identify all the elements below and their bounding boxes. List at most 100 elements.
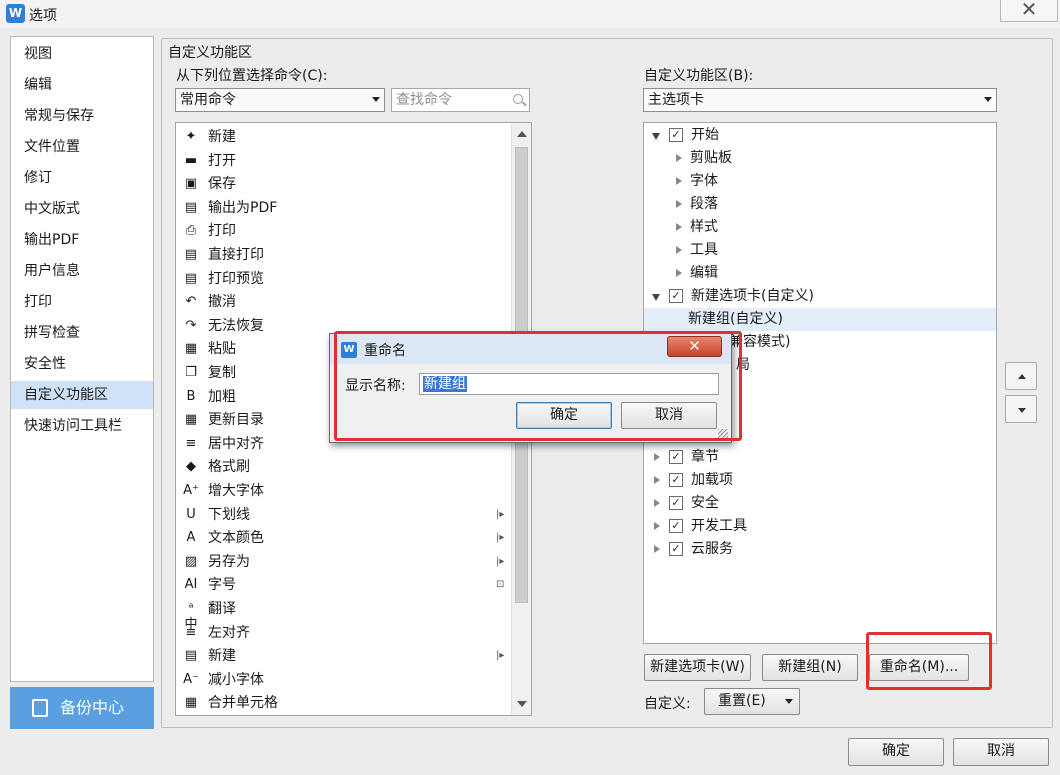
expand-closed-icon[interactable]: [676, 177, 682, 185]
sidebar-item-security[interactable]: 安全性: [11, 350, 153, 378]
sidebar-item-file-location[interactable]: 文件位置: [11, 133, 153, 161]
sidebar-item-revision[interactable]: 修订: [11, 164, 153, 192]
tab-checkbox[interactable]: ✓: [669, 128, 683, 142]
command-label: 另存为: [208, 553, 250, 570]
ribbon-tree-item[interactable]: ✓ 云服务: [644, 538, 996, 561]
tab-checkbox[interactable]: ✓: [669, 473, 683, 487]
ribbon-tree-item[interactable]: 剪贴板: [644, 147, 996, 170]
sidebar-item-quick-access[interactable]: 快速访问工具栏: [11, 412, 153, 440]
customize-label: 自定义:: [644, 696, 691, 712]
command-item[interactable]: ▣ 保存: [180, 172, 510, 196]
expand-open-icon[interactable]: [652, 133, 660, 140]
sidebar-item-spellcheck[interactable]: 拼写检查: [11, 319, 153, 347]
ribbon-tree-label: 段落: [690, 196, 718, 212]
tab-checkbox[interactable]: ✓: [669, 519, 683, 533]
ribbon-tree-item[interactable]: ✓ 开发工具: [644, 515, 996, 538]
command-item[interactable]: ≡ 左对齐: [180, 621, 510, 645]
translate-icon: ᵃ中: [184, 601, 198, 632]
ribbon-tree-item[interactable]: 字体: [644, 170, 996, 193]
ribbon-tree-item[interactable]: 编辑: [644, 262, 996, 285]
command-item[interactable]: A⁻ 减小字体: [180, 668, 510, 692]
expand-closed-icon[interactable]: [654, 476, 660, 484]
ribbon-tree-label: 云服务: [691, 541, 733, 557]
scroll-down-icon[interactable]: [517, 701, 527, 707]
command-item[interactable]: ▤ 输出为PDF: [180, 196, 510, 220]
tab-checkbox[interactable]: ✓: [669, 542, 683, 556]
expand-closed-icon[interactable]: [654, 453, 660, 461]
ribbon-tree-item[interactable]: ✓ 章节: [644, 446, 996, 469]
new-group-button[interactable]: 新建组(N): [762, 654, 858, 681]
command-item[interactable]: A 文本颜色 |▸: [180, 526, 510, 550]
expand-closed-icon[interactable]: [676, 200, 682, 208]
ribbon-tree-item[interactable]: ✓ 安全: [644, 492, 996, 515]
command-item[interactable]: ▤ 打印预览: [180, 267, 510, 291]
command-item[interactable]: ▨ 另存为 |▸: [180, 550, 510, 574]
scroll-up-icon[interactable]: [517, 131, 527, 137]
command-item[interactable]: ᵃ中 翻译: [180, 597, 510, 632]
expand-closed-icon[interactable]: [676, 269, 682, 277]
ribbon-tree-item[interactable]: 新建组(自定义): [644, 308, 996, 331]
command-item[interactable]: A⁺ 增大字体: [180, 479, 510, 503]
command-search-input[interactable]: 查找命令: [391, 88, 530, 112]
ribbon-tabs-select[interactable]: 主选项卡: [643, 88, 997, 112]
dialog-highlight-box: [334, 331, 742, 441]
new-tab-button[interactable]: 新建选项卡(W): [644, 654, 751, 681]
submenu-arrow-icon: |▸: [496, 508, 505, 520]
tab-checkbox[interactable]: ✓: [669, 289, 683, 303]
sidebar-item-customize-ribbon[interactable]: 自定义功能区: [11, 381, 153, 409]
ribbon-tree-item[interactable]: 样式: [644, 216, 996, 239]
tab-checkbox[interactable]: ✓: [669, 450, 683, 464]
sidebar-item-general-save[interactable]: 常规与保存: [11, 102, 153, 130]
ribbon-tree-item[interactable]: ✓ 加载项: [644, 469, 996, 492]
backup-center-button[interactable]: 备份中心: [10, 687, 154, 729]
command-label: 新建: [208, 129, 236, 145]
ribbon-tree-item[interactable]: 工具: [644, 239, 996, 262]
command-item[interactable]: AI 字号 ⊡: [180, 573, 510, 597]
expand-closed-icon[interactable]: [654, 545, 660, 553]
command-item[interactable]: ▬ 打开: [180, 149, 510, 173]
cancel-button[interactable]: 取消: [953, 738, 1049, 766]
command-item[interactable]: ⎙ 打印: [180, 219, 510, 243]
command-label: 输出为PDF: [208, 199, 278, 216]
sidebar-item-chinese-layout[interactable]: 中文版式: [11, 195, 153, 223]
move-up-button[interactable]: [1005, 362, 1037, 390]
expand-closed-icon[interactable]: [676, 246, 682, 254]
sidebar-item-export-pdf[interactable]: 输出PDF: [11, 226, 153, 254]
search-icon: [513, 94, 523, 104]
tab-checkbox[interactable]: ✓: [669, 496, 683, 510]
command-label: 复制: [208, 365, 236, 381]
bold-icon: B: [186, 388, 196, 404]
title-bar: W 选项 ✕: [0, 0, 1060, 28]
command-label: 打印: [208, 223, 236, 240]
command-item[interactable]: U 下划线 |▸: [180, 503, 510, 527]
reset-button[interactable]: 重置(E): [704, 688, 800, 715]
command-label: 字号: [208, 577, 236, 594]
ribbon-tree-item[interactable]: ✓ 新建选项卡(自定义): [644, 285, 996, 308]
ok-button[interactable]: 确定: [848, 738, 944, 766]
command-item[interactable]: ↶ 撤消: [180, 290, 510, 314]
command-label: 新建: [208, 648, 236, 665]
expand-closed-icon[interactable]: [676, 154, 682, 162]
sidebar-item-edit[interactable]: 编辑: [11, 71, 153, 99]
expand-closed-icon[interactable]: [654, 522, 660, 530]
ribbon-tree-item[interactable]: ✓ 开始: [644, 124, 996, 147]
arrow-down-icon: [1018, 408, 1026, 413]
sidebar-item-user-info[interactable]: 用户信息: [11, 257, 153, 285]
command-item[interactable]: ▤ 新建 |▸: [180, 644, 510, 668]
command-item[interactable]: ✦ 新建: [180, 125, 510, 149]
printer-icon: ⎙: [185, 223, 197, 239]
expand-open-icon[interactable]: [652, 294, 660, 301]
sidebar-item-view[interactable]: 视图: [11, 40, 153, 68]
move-down-button[interactable]: [1005, 395, 1037, 423]
sidebar-item-print[interactable]: 打印: [11, 288, 153, 316]
ribbon-tree-item[interactable]: 段落: [644, 193, 996, 216]
command-source-select[interactable]: 常用命令: [175, 88, 385, 112]
command-item[interactable]: ▤ 直接打印: [180, 243, 510, 267]
command-item[interactable]: ▦ 合并单元格: [180, 691, 510, 715]
expand-closed-icon[interactable]: [654, 499, 660, 507]
expand-closed-icon[interactable]: [676, 223, 682, 231]
command-item[interactable]: ◆ 格式刷: [180, 455, 510, 479]
window-close-button[interactable]: ✕: [1000, 0, 1058, 22]
command-label: 粘贴: [208, 341, 236, 358]
merge-cells-icon: ▦: [184, 695, 198, 711]
